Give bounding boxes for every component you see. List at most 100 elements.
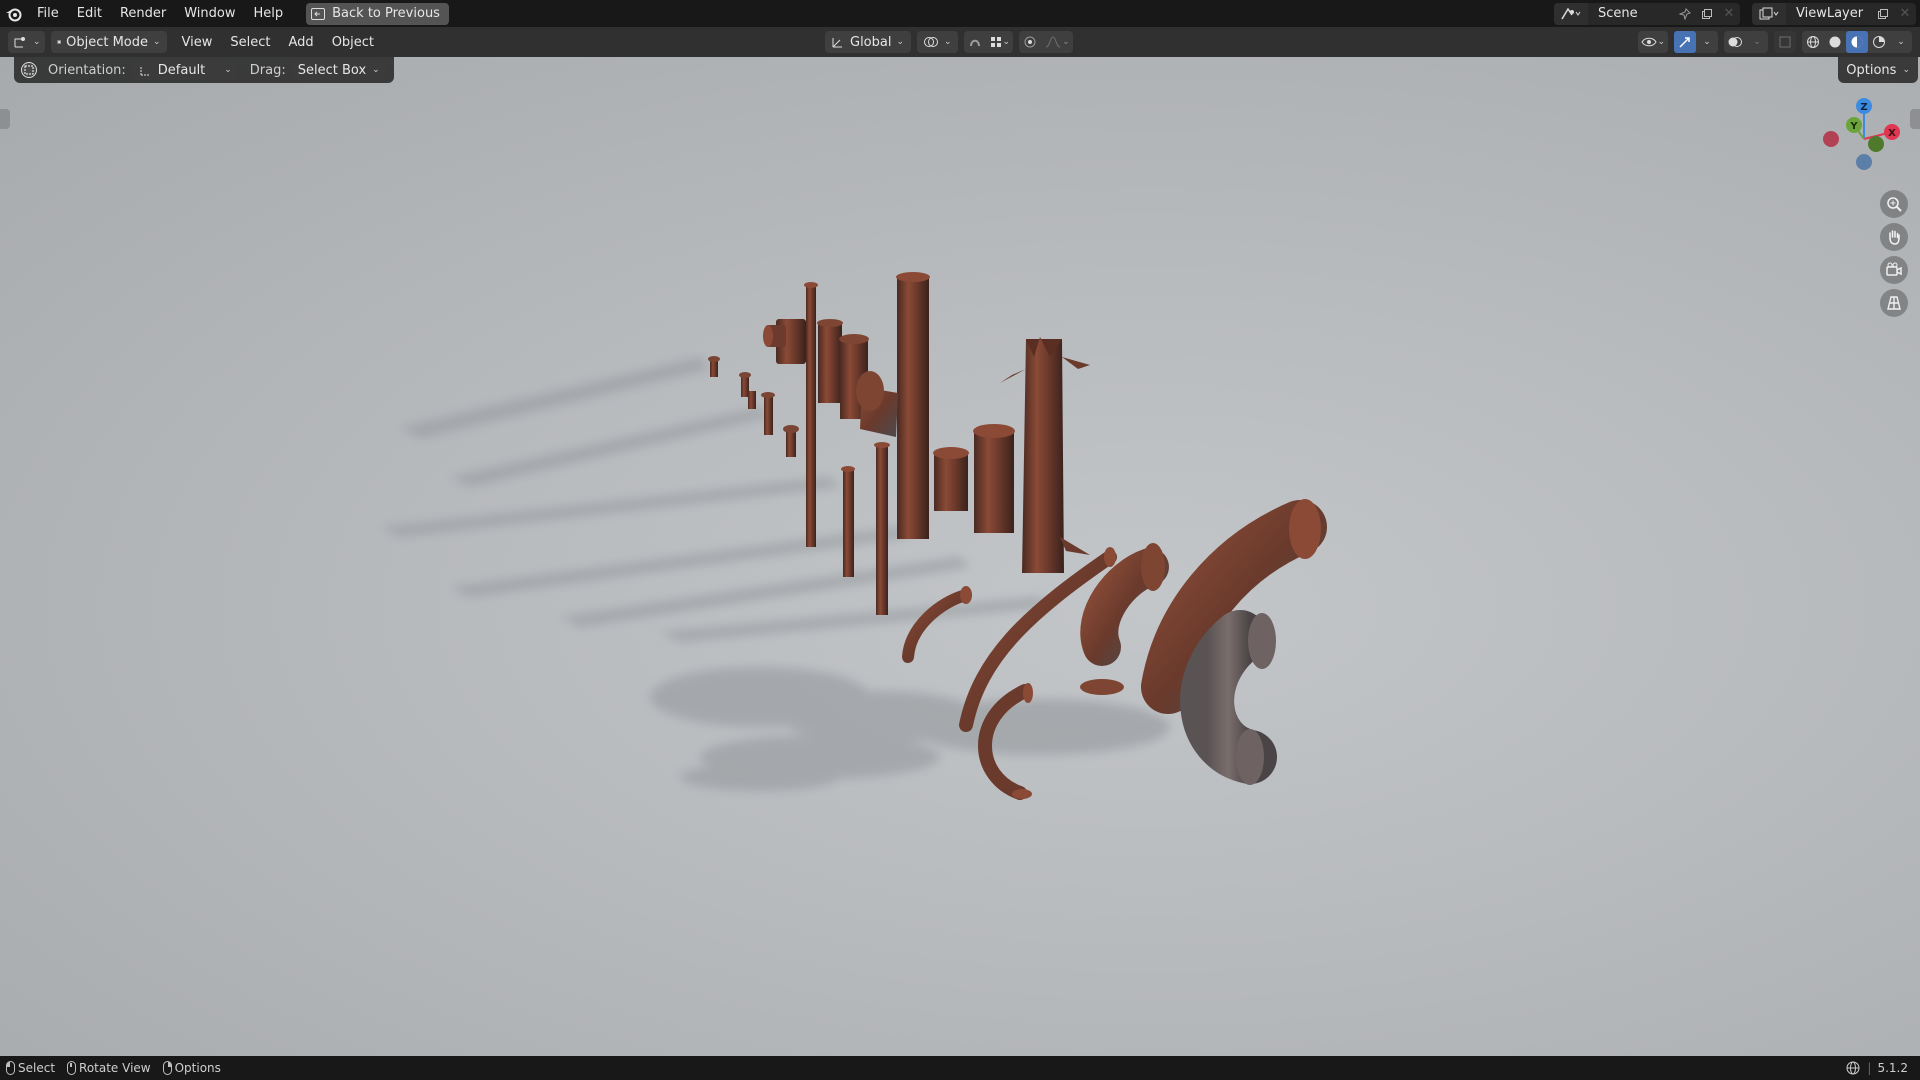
menu-window[interactable]: Window <box>175 0 244 27</box>
view-layer-icon[interactable] <box>1752 2 1786 25</box>
toolbar-toggle-tab[interactable] <box>0 109 10 129</box>
chevron-down-icon: ⌄ <box>1062 37 1070 47</box>
tall-pipes <box>804 272 930 615</box>
zoom-button[interactable] <box>1880 190 1908 218</box>
shading-dropdown-icon[interactable]: ⌄ <box>1890 31 1912 53</box>
chevron-down-icon: ⌄ <box>1902 65 1910 75</box>
gizmo-neg-x[interactable] <box>1823 131 1839 147</box>
proportional-editing-icon[interactable] <box>1019 31 1041 53</box>
drag-label: Drag: <box>249 62 286 78</box>
back-to-previous-button[interactable]: Back to Previous <box>306 2 449 25</box>
network-globe-icon[interactable] <box>1845 1060 1861 1076</box>
workspace-selectors: Scene ✕ ViewLayer ✕ <box>1554 0 1920 27</box>
pan-button[interactable] <box>1880 223 1908 251</box>
scene-icon[interactable] <box>1554 2 1588 25</box>
status-rotate: Rotate View <box>67 1061 151 1075</box>
sidebar-toggle-tab[interactable] <box>1910 109 1920 129</box>
chevron-down-icon: ⌄ <box>1002 37 1011 47</box>
pivot-point-selector[interactable]: ⌄ <box>917 31 958 53</box>
active-tool-icon[interactable] <box>16 59 42 81</box>
camera-view-button[interactable] <box>1880 256 1908 284</box>
orientation-value: Default <box>157 62 206 78</box>
scene-render <box>380 272 1327 800</box>
eye-icon[interactable]: ⌄ <box>1638 31 1668 53</box>
gizmo-y-label: Y <box>1849 121 1858 132</box>
blender-version: 5.1.2 <box>1877 1061 1908 1075</box>
right-mouse-icon <box>162 1061 172 1075</box>
screen-back-icon <box>311 7 326 20</box>
overlays-dropdown-icon[interactable]: ⌄ <box>1746 31 1768 53</box>
menu-object[interactable]: Object <box>323 35 383 50</box>
orientation-dropdown[interactable]: Default ⌄ <box>131 60 238 80</box>
status-rotate-label: Rotate View <box>79 1061 151 1075</box>
close-view-layer-icon[interactable]: ✕ <box>1894 3 1916 25</box>
options-button[interactable]: Options ⌄ <box>1838 57 1918 83</box>
menu-view[interactable]: View <box>173 35 222 50</box>
new-view-layer-icon[interactable] <box>1872 3 1894 25</box>
status-divider: | <box>1867 1061 1872 1075</box>
view-layer-name[interactable]: ViewLayer <box>1786 6 1872 21</box>
status-options-label: Options <box>174 1061 221 1075</box>
3d-viewport[interactable]: Orientation: Default ⌄ Drag: Select Box … <box>0 57 1920 1056</box>
horizontal-pipe <box>856 371 898 437</box>
object-mode-icon <box>56 40 61 44</box>
chevron-down-icon: ⌄ <box>1753 37 1761 47</box>
close-scene-icon[interactable]: ✕ <box>1718 3 1740 25</box>
status-bar: Select Rotate View Options | 5.1.2 <box>0 1056 1920 1080</box>
snap-target-icon[interactable]: ⌄ <box>986 31 1014 53</box>
chevron-down-icon: ⌄ <box>1897 37 1905 47</box>
overlays-icon[interactable] <box>1724 31 1746 53</box>
wireframe-shading-icon[interactable] <box>1802 31 1824 53</box>
gizmo-z-label: Z <box>1860 102 1867 113</box>
chevron-down-icon: ⌄ <box>224 65 232 75</box>
solid-shading-icon[interactable] <box>1824 31 1846 53</box>
zoom-icon <box>1887 197 1902 212</box>
editor-type-selector[interactable]: ⌄ <box>8 31 45 53</box>
view-layer-selector[interactable]: ViewLayer ✕ <box>1752 2 1916 25</box>
drag-dropdown[interactable]: Select Box ⌄ <box>291 60 386 80</box>
material-preview-shading-icon[interactable] <box>1846 31 1868 53</box>
navigation-gizmo[interactable]: Z X Y <box>1812 97 1908 197</box>
grid-perspective-icon <box>1887 296 1901 310</box>
status-select-label: Select <box>18 1061 56 1075</box>
menu-file[interactable]: File <box>28 0 68 27</box>
gizmo-neg-z[interactable] <box>1856 154 1872 170</box>
menu-edit[interactable]: Edit <box>68 0 111 27</box>
chevron-down-icon: ⌄ <box>944 37 952 47</box>
gizmo-toggle-icon[interactable] <box>1674 31 1696 53</box>
top-menu-bar: File Edit Render Window Help Back to Pre… <box>0 0 1920 27</box>
gizmo-neg-y[interactable] <box>1868 136 1884 152</box>
pin-icon[interactable] <box>1674 3 1696 25</box>
gizmo-dropdown-icon[interactable]: ⌄ <box>1696 31 1718 53</box>
falloff-icon[interactable]: ⌄ <box>1041 31 1073 53</box>
snap-toggle-icon[interactable] <box>964 31 986 53</box>
snapping-group: ⌄ <box>963 31 1014 53</box>
menu-render[interactable]: Render <box>111 0 175 27</box>
tee-fitting <box>763 319 806 364</box>
status-select: Select <box>6 1061 55 1075</box>
short-cylinders <box>933 424 1015 533</box>
rendered-shading-icon[interactable] <box>1868 31 1890 53</box>
transform-orientation-selector[interactable]: Global ⌄ <box>825 31 911 53</box>
tool-settings-header: Orientation: Default ⌄ Drag: Select Box … <box>14 57 394 83</box>
back-to-previous-label: Back to Previous <box>332 6 440 21</box>
options-label: Options <box>1846 62 1897 78</box>
orientation-label: Orientation: <box>48 62 126 78</box>
menu-add[interactable]: Add <box>280 35 323 50</box>
toggle-perspective-button[interactable] <box>1880 289 1908 317</box>
mode-selector[interactable]: Object Mode ⌄ <box>50 31 167 53</box>
scene-selector[interactable]: Scene ✕ <box>1554 2 1740 25</box>
menu-help[interactable]: Help <box>245 0 293 27</box>
shading-group: ⌄ <box>1802 31 1912 53</box>
status-options: Options <box>162 1061 221 1075</box>
chevron-down-icon: ⌄ <box>1703 37 1711 47</box>
menu-select[interactable]: Select <box>221 35 279 50</box>
xray-toggle[interactable] <box>1774 31 1796 53</box>
scene-name[interactable]: Scene <box>1588 6 1674 21</box>
new-scene-icon[interactable] <box>1696 3 1718 25</box>
orientation-axes-icon <box>832 38 842 48</box>
overlays-group: ⌄ <box>1724 31 1768 53</box>
viewport-header: ⌄ Object Mode ⌄ View Select Add Object G… <box>0 27 1920 57</box>
chevron-down-icon: ⌄ <box>372 65 380 75</box>
blender-logo-icon[interactable] <box>0 0 28 27</box>
